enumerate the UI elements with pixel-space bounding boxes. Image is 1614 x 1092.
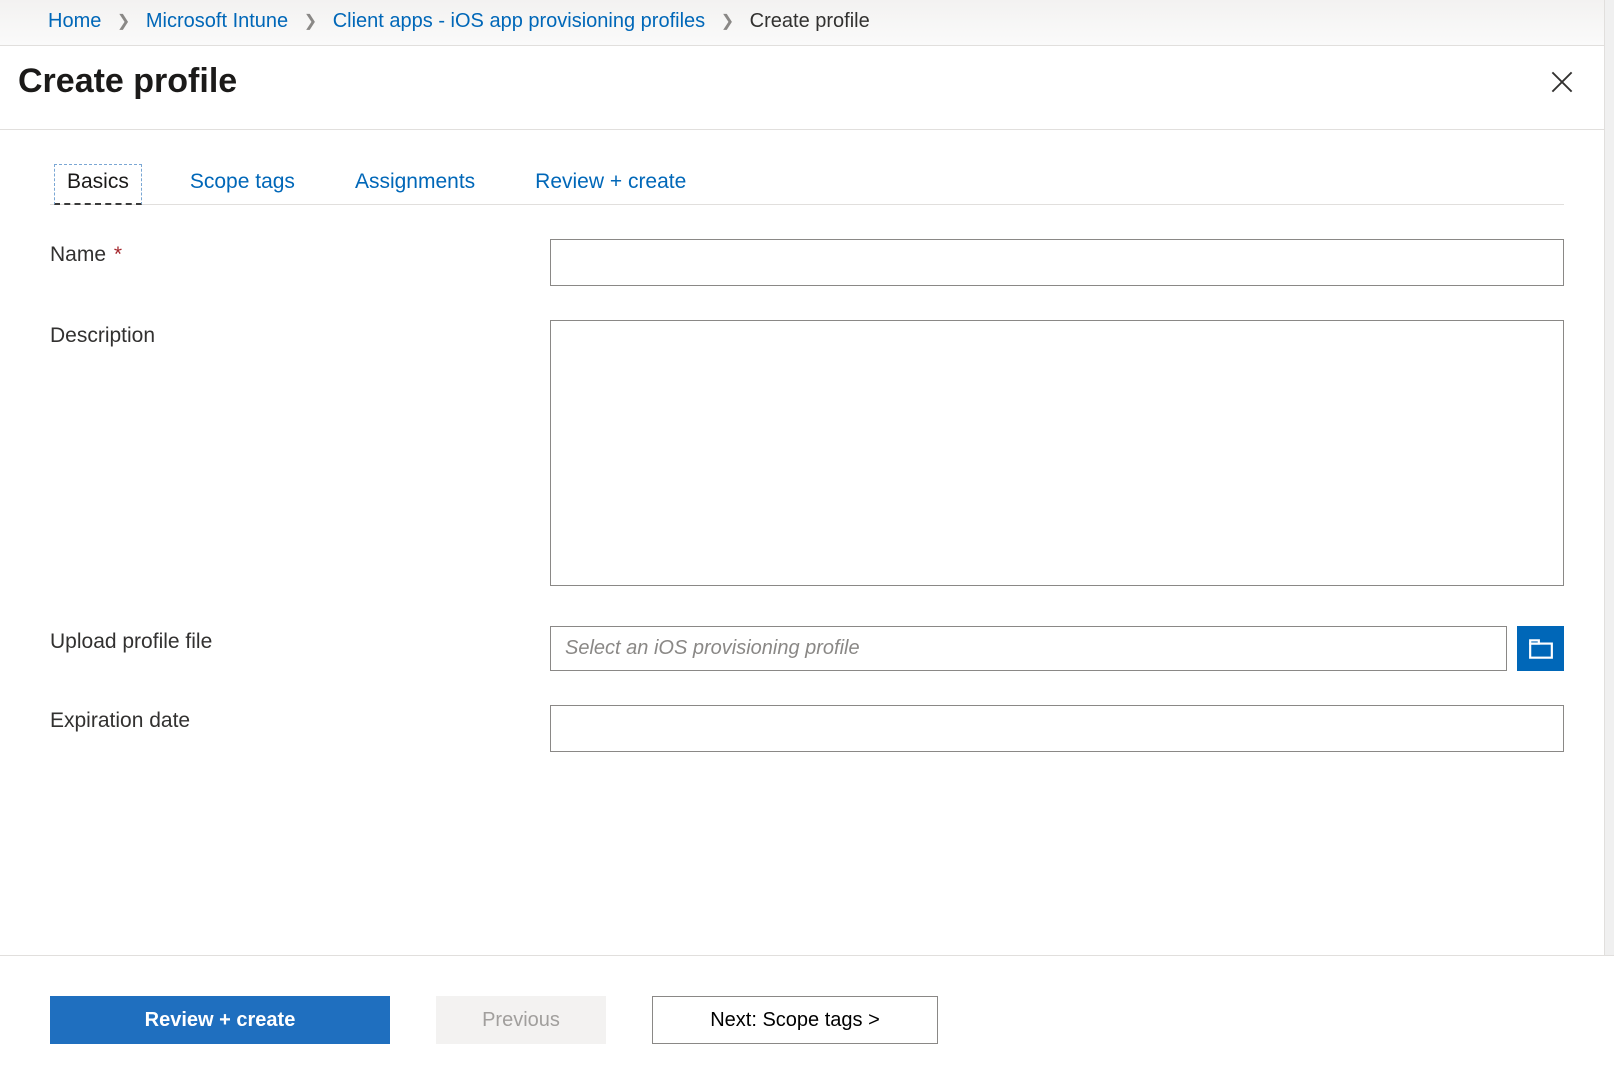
close-icon (1551, 71, 1573, 93)
previous-button: Previous (436, 996, 606, 1044)
breadcrumb-link-home[interactable]: Home (48, 10, 101, 32)
tab-bar: Basics Scope tags Assignments Review + c… (50, 164, 1564, 205)
folder-icon (1528, 638, 1554, 660)
name-label: Name * (50, 239, 550, 267)
field-row-upload: Upload profile file Select an iOS provis… (50, 626, 1564, 671)
breadcrumb: Home ❯ Microsoft Intune ❯ Client apps - … (0, 0, 1614, 46)
field-row-description: Description (50, 320, 1564, 592)
name-label-text: Name (50, 243, 106, 266)
next-button[interactable]: Next: Scope tags > (652, 996, 938, 1044)
content-area: Basics Scope tags Assignments Review + c… (0, 130, 1614, 752)
breadcrumb-link-client-apps[interactable]: Client apps - iOS app provisioning profi… (333, 10, 705, 32)
breadcrumb-current: Create profile (750, 10, 870, 32)
name-input[interactable] (550, 239, 1564, 286)
upload-file-display[interactable]: Select an iOS provisioning profile (550, 626, 1507, 671)
tab-review-create[interactable]: Review + create (523, 164, 698, 204)
expiration-label: Expiration date (50, 705, 550, 733)
review-create-button[interactable]: Review + create (50, 996, 390, 1044)
tab-scope-tags[interactable]: Scope tags (178, 164, 307, 204)
upload-label: Upload profile file (50, 626, 550, 654)
required-asterisk: * (114, 243, 122, 266)
description-label: Description (50, 320, 550, 348)
expiration-input (550, 705, 1564, 752)
wizard-footer: Review + create Previous Next: Scope tag… (0, 955, 1614, 1092)
chevron-right-icon: ❯ (721, 13, 734, 30)
basics-form: Name * Description Upload profile file S… (50, 239, 1564, 752)
tab-basics[interactable]: Basics (54, 164, 142, 205)
page-title: Create profile (18, 62, 237, 101)
scrollbar-track[interactable] (1604, 0, 1614, 1092)
breadcrumb-link-intune[interactable]: Microsoft Intune (146, 10, 288, 32)
field-row-expiration: Expiration date (50, 705, 1564, 752)
chevron-right-icon: ❯ (304, 13, 317, 30)
description-input[interactable] (550, 320, 1564, 586)
field-row-name: Name * (50, 239, 1564, 286)
tab-assignments[interactable]: Assignments (343, 164, 487, 204)
page-header: Create profile (0, 46, 1614, 130)
chevron-right-icon: ❯ (117, 13, 130, 30)
browse-file-button[interactable] (1517, 626, 1564, 671)
close-button[interactable] (1548, 68, 1576, 96)
